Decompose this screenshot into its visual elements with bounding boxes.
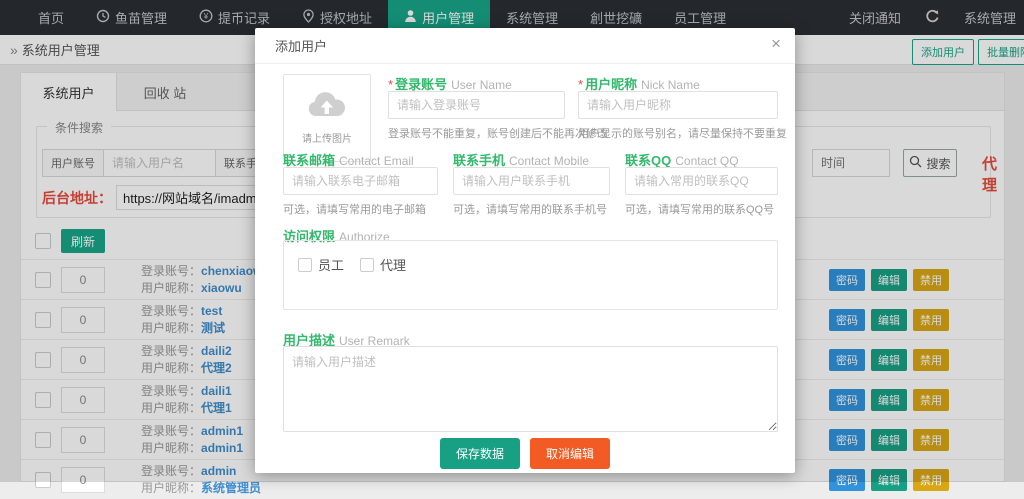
avatar-upload-box[interactable]: 请上传图片 — [283, 74, 371, 162]
mobile-input[interactable] — [453, 167, 610, 195]
nick-label: 用户昵称： — [141, 481, 201, 495]
username-help: 登录账号不能重复，账号创建后不能再次修改 — [388, 125, 608, 141]
username-input[interactable] — [388, 91, 565, 119]
nickname-input[interactable] — [578, 91, 778, 119]
qq-input[interactable] — [625, 167, 778, 195]
authorize-option-agent[interactable]: 代理 — [360, 255, 406, 274]
email-help: 可选，请填写常用的电子邮箱 — [283, 201, 426, 217]
nick-value[interactable]: 系统管理员 — [201, 481, 261, 495]
checkbox-label: 代理 — [380, 255, 406, 274]
modal-header: 添加用户 × — [255, 28, 795, 64]
modal-title: 添加用户 — [275, 36, 327, 55]
upload-text: 请上传图片 — [302, 130, 352, 145]
remark-textarea[interactable] — [283, 346, 778, 432]
checkbox[interactable] — [298, 258, 312, 272]
mobile-help: 可选，请填写常用的联系手机号 — [453, 201, 607, 217]
authorize-box: 员工 代理 — [283, 240, 778, 310]
save-button[interactable]: 保存数据 — [440, 438, 520, 469]
required-mark: * — [388, 77, 393, 92]
nickname-help: 用户显示的账号别名，请尽量保持不要重复 — [578, 125, 787, 141]
modal-footer: 保存数据 取消编辑 — [255, 438, 795, 469]
close-icon[interactable]: × — [771, 35, 781, 52]
qq-help: 可选，请填写常用的联系QQ号 — [625, 201, 774, 217]
upload-cloud-icon — [306, 91, 348, 126]
checkbox[interactable] — [360, 258, 374, 272]
required-mark: * — [578, 77, 583, 92]
cancel-button[interactable]: 取消编辑 — [530, 438, 610, 469]
add-user-modal: 添加用户 × 请上传图片 *登录账号User Name 登录账号不能重复，账号创… — [255, 28, 795, 473]
email-input[interactable] — [283, 167, 438, 195]
authorize-option-staff[interactable]: 员工 — [298, 255, 344, 274]
checkbox-label: 员工 — [318, 255, 344, 274]
